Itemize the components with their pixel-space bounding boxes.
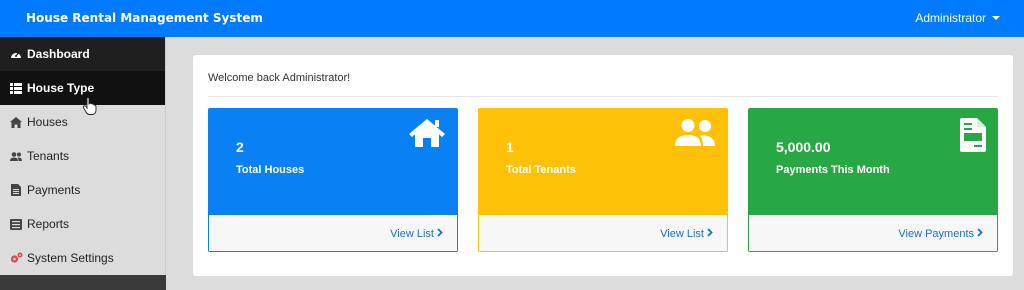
stat-label: Total Houses [236,164,305,176]
hand-cursor-icon [82,97,97,120]
sidebar-item-label: Reports [27,217,70,231]
stat-card-payments-this-month: 5,000.00 Payments This Month View Paymen… [748,108,998,252]
file-invoice-icon [960,118,986,157]
view-payments-link[interactable]: View Payments [898,228,983,240]
stat-label: Total Tenants [506,164,576,176]
user-menu-dropdown[interactable]: Administrator [915,11,1000,25]
stat-value: 5,000.00 [776,139,831,155]
caret-down-icon [992,16,1000,20]
welcome-message: Welcome back Administrator! [208,72,351,84]
stat-value: 2 [236,139,244,155]
stat-card-total-tenants: 1 Total Tenants View List [478,108,728,252]
stat-card-footer: View Payments [748,215,998,252]
sidebar-item-label: Payments [27,183,81,197]
sidebar-item-label: System Settings [27,251,114,265]
top-navbar: House Rental Management System Administr… [0,0,1024,37]
sidebar-item-reports[interactable]: Reports [0,207,165,241]
view-list-link[interactable]: View List [390,228,443,240]
sidebar: Dashboard House Type Houses Tenants Paym… [0,37,166,290]
sidebar-item-label: House Type [27,81,95,95]
view-list-link[interactable]: View List [660,228,713,240]
file-icon [9,184,23,196]
dashboard-card: Welcome back Administrator! 2 Total Hous… [193,55,1013,276]
sidebar-footer [0,275,166,290]
cogs-icon [9,252,23,264]
stat-card-body: 1 Total Tenants [478,108,728,215]
link-label: View List [660,228,704,240]
stat-card-total-houses: 2 Total Houses View List [208,108,458,252]
sidebar-item-label: Tenants [27,149,70,163]
chevron-right-icon [437,228,443,240]
sidebar-item-dashboard[interactable]: Dashboard [0,37,165,71]
sidebar-item-system-settings[interactable]: System Settings [0,241,165,275]
stat-card-footer: View List [208,215,458,252]
list-icon [9,82,23,94]
stat-card-body: 2 Total Houses [208,108,458,215]
stat-label: Payments This Month [776,164,890,176]
link-label: View Payments [898,228,974,240]
chevron-right-icon [977,228,983,240]
users-icon [674,118,716,153]
stat-value: 1 [506,139,514,155]
divider [208,96,998,97]
sidebar-item-label: Houses [27,115,68,129]
user-name: Administrator [915,11,986,25]
report-icon [9,218,23,230]
link-label: View List [390,228,434,240]
home-icon [9,116,23,128]
stat-card-footer: View List [478,215,728,252]
home-icon [408,118,446,153]
users-icon [9,150,23,162]
app-brand[interactable]: House Rental Management System [26,11,263,25]
sidebar-item-label: Dashboard [27,47,90,61]
dashboard-icon [9,48,23,60]
sidebar-item-tenants[interactable]: Tenants [0,139,165,173]
sidebar-item-payments[interactable]: Payments [0,173,165,207]
stat-card-body: 5,000.00 Payments This Month [748,108,998,215]
chevron-right-icon [707,228,713,240]
